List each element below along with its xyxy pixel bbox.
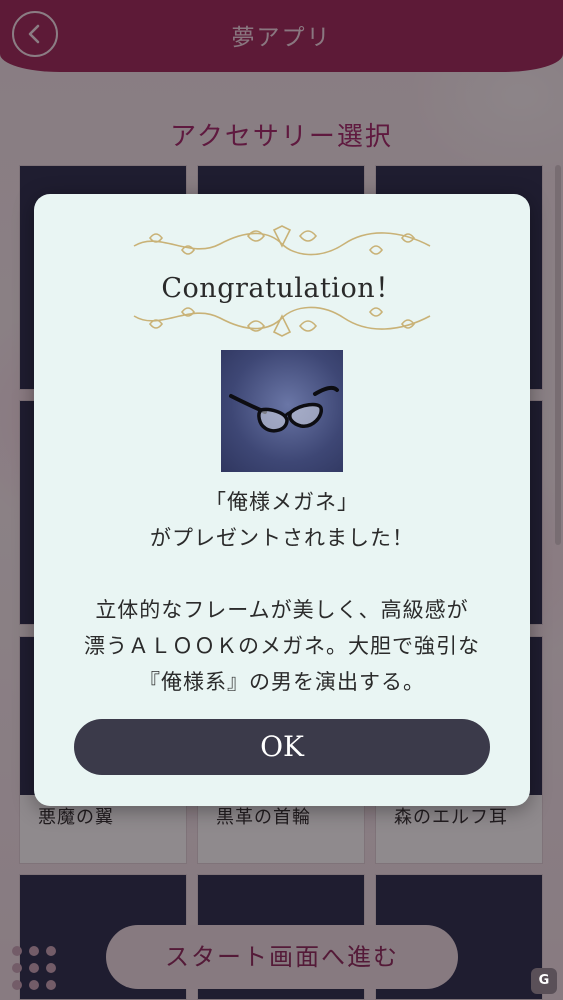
item-name: 「俺様メガネ」 [205, 490, 359, 514]
item-image [221, 350, 343, 472]
item-description-line: 『俺様系』の男を演出する。 [139, 670, 425, 694]
vine-ornament-icon [133, 225, 431, 256]
present-message: がプレゼントされました！ [150, 526, 414, 550]
ok-button[interactable]: OK [74, 719, 490, 775]
watermark-logo: G [531, 968, 557, 994]
item-description-line: 漂うＡＬＯＯＫのメガネ。大胆で強引な [84, 634, 480, 658]
glasses-icon [229, 385, 339, 433]
vine-ornament-icon [133, 306, 431, 337]
present-dialog: Congratulation！ 「俺様メガネ」 がプレゼントされました！ 立体的… [34, 194, 530, 806]
item-description-line: 立体的なフレームが美しく、高級感が [95, 598, 469, 622]
